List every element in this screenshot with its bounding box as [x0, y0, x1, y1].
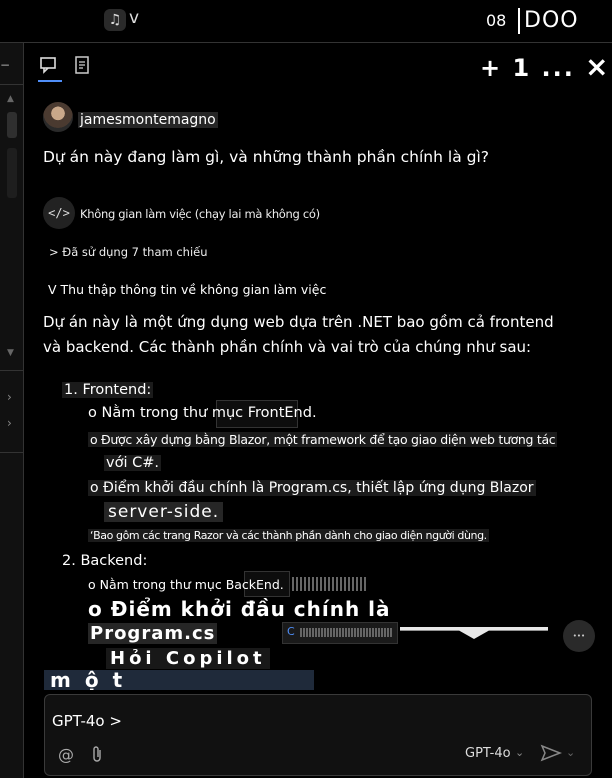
attach-icon[interactable] [90, 745, 104, 763]
sidebar-divider-1 [0, 84, 23, 85]
scrollbar-track-mark [7, 148, 17, 198]
sidebar-divider-2 [0, 370, 23, 371]
avatar [43, 102, 73, 132]
copilot-menu-chevron[interactable]: v [129, 8, 139, 28]
backend-item-2: o Điểm khởi đầu chính là [88, 597, 391, 621]
ghost-placeholder-2: một [44, 670, 314, 690]
model-select[interactable]: GPT-4o [465, 746, 511, 761]
panel-actions[interactable]: + 1 ... [480, 54, 575, 82]
frontend-item-3b: server-side. [104, 502, 224, 522]
model-chip[interactable]: GPT-4o > [52, 712, 122, 730]
user-question: Dự án này đang làm gì, và những thành ph… [43, 148, 489, 166]
backend-item-1: o Nằm trong thư mục BackEnd. [88, 577, 284, 592]
frontend-item-2a: o Được xây dựng bằng Blazor, một framewo… [88, 432, 558, 447]
frontend-item-1: o Nằm trong thư mục FrontEnd. [88, 405, 317, 421]
send-icon[interactable] [540, 744, 563, 762]
top-number: 08 [486, 11, 507, 30]
answer-intro-2: và backend. Các thành phần chính và vai … [43, 338, 532, 356]
frontend-item-3a: o Điểm khởi đầu chính là Program.cs, thi… [88, 480, 536, 496]
tooltip-smudge [300, 628, 392, 637]
frontend-heading: 1. Frontend: [62, 382, 154, 398]
scrollbar-thumb[interactable] [7, 112, 17, 138]
sidebar-arrow-icon[interactable]: − [0, 58, 10, 72]
chat-input-box[interactable] [44, 694, 592, 776]
chat-tab-underline [38, 80, 62, 82]
copilot-icon[interactable]: ♫ [104, 9, 126, 31]
references-toggle[interactable]: > Đã sử dụng 7 tham chiếu [49, 245, 208, 259]
scroll-down-icon[interactable]: ▼ [7, 348, 14, 358]
backend-item-3: Program.cs [88, 623, 218, 644]
collect-info-toggle[interactable]: V Thu thập thông tin về không gian làm v… [48, 282, 326, 297]
code-icon: </> [43, 197, 75, 229]
sidebar-chevron-2[interactable]: › [7, 416, 12, 430]
scroll-up-icon[interactable]: ▲ [7, 94, 14, 104]
answer-intro-1: Dự án này là một ứng dụng web dựa trên .… [43, 313, 554, 331]
backend-smudge [292, 577, 366, 591]
backend-heading: 2. Backend: [62, 553, 148, 569]
user-name: jamesmontemagno [78, 112, 218, 128]
top-divider [0, 42, 612, 43]
scroll-to-bottom-button[interactable]: ••• [563, 620, 595, 652]
top-box-label: DOO [518, 8, 612, 34]
send-chevron-icon[interactable]: ⌄ [566, 746, 575, 759]
banner-stroke [400, 627, 548, 639]
chat-icon[interactable] [40, 56, 58, 74]
frontend-item-2b: với C#. [104, 455, 161, 471]
sidebar-divider-3 [0, 452, 23, 453]
sidebar-chevron-1[interactable]: › [7, 390, 12, 404]
ghost-placeholder-1: Hỏi Copilot [106, 648, 270, 669]
notes-icon[interactable] [74, 55, 92, 75]
loading-icon: C [287, 625, 295, 638]
mention-icon[interactable]: @ [58, 745, 74, 764]
frontend-item-4: ‘Bao gôm các trang Razor và các thành ph… [88, 529, 489, 542]
chevron-down-icon[interactable]: ⌄ [515, 746, 524, 759]
close-icon[interactable]: × [585, 50, 608, 83]
workspace-label[interactable]: Không gian làm việc (chạy lai mà không c… [80, 207, 320, 221]
